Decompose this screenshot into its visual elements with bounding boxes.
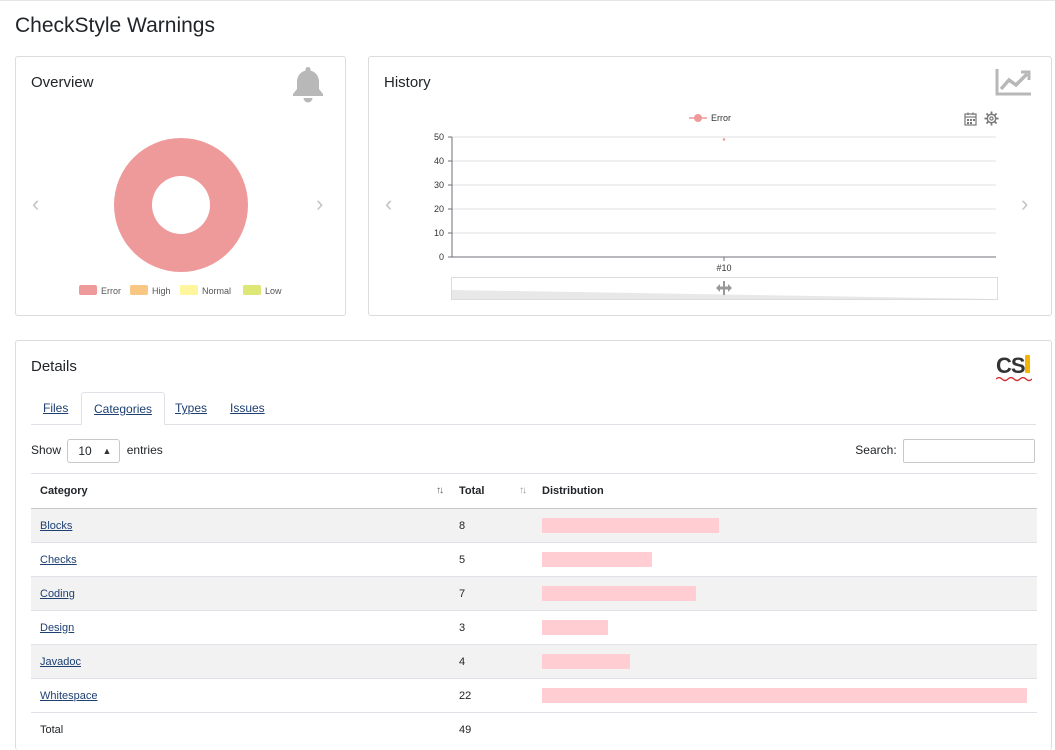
total-cell: 7 <box>450 576 533 611</box>
column-header-total[interactable]: Total ↑↓ <box>450 473 533 509</box>
category-link[interactable]: Whitespace <box>40 690 97 702</box>
category-cell: Coding <box>31 576 450 611</box>
zoom-handle-icon[interactable] <box>715 281 733 295</box>
page-title: CheckStyle Warnings <box>15 14 215 37</box>
distribution-bar <box>542 654 631 669</box>
legend-swatch <box>130 285 148 295</box>
category-link[interactable]: Checks <box>40 554 77 566</box>
bell-icon <box>293 67 323 103</box>
gear-icon[interactable] <box>984 111 999 126</box>
show-label: Show <box>31 443 62 458</box>
y-tick-label: 10 <box>434 228 444 238</box>
total-cell: 22 <box>450 678 533 713</box>
y-tick-label: 20 <box>434 204 444 214</box>
table-row: Whitespace 22 <box>31 678 1037 713</box>
history-line-chart: 0 10 20 30 40 50 #10 Error <box>434 113 996 273</box>
footer-label: Total <box>31 712 450 747</box>
tab-categories[interactable]: Categories <box>81 392 166 425</box>
total-cell: 8 <box>450 508 533 543</box>
calendar-icon[interactable] <box>964 112 977 126</box>
table-row: Javadoc 4 <box>31 644 1037 679</box>
footer-total: 49 <box>450 712 533 747</box>
category-cell: Checks <box>31 542 450 577</box>
checkstyle-logo: CS <box>996 353 1036 385</box>
column-header-category[interactable]: Category ↑↓ <box>31 473 450 509</box>
table-row: Coding 7 <box>31 576 1037 611</box>
legend-swatch <box>243 285 261 295</box>
sort-icon: ↑↓ <box>519 485 527 496</box>
category-link[interactable]: Blocks <box>40 520 72 532</box>
y-tick-label: 30 <box>434 180 444 190</box>
legend-swatch <box>180 285 198 295</box>
legend-item[interactable]: Error <box>79 285 121 296</box>
history-title: History <box>384 74 431 91</box>
table-row: Blocks 8 <box>31 508 1037 543</box>
search-control: Search: <box>855 439 1035 463</box>
updown-caret-icon: ▲ <box>102 446 112 456</box>
distribution-cell <box>533 576 1037 611</box>
distribution-cell <box>533 610 1037 645</box>
show-entries-control: Show 10 ▲ entries <box>31 439 163 463</box>
y-tick-label: 40 <box>434 156 444 166</box>
overview-card: Overview ‹ › Error High Normal Low <box>15 56 346 316</box>
series-point[interactable] <box>722 138 726 141</box>
tab-types[interactable]: Types <box>163 392 219 425</box>
details-title: Details <box>31 358 77 375</box>
table-row: Checks 5 <box>31 542 1037 577</box>
legend-marker[interactable] <box>694 114 702 122</box>
table-row: Design 3 <box>31 610 1037 645</box>
trend-chart-icon <box>995 69 1031 96</box>
distribution-bar <box>542 688 1027 703</box>
overview-next-arrow[interactable]: › <box>316 193 323 215</box>
category-cell: Design <box>31 610 450 645</box>
distribution-bar <box>542 552 653 567</box>
search-input[interactable] <box>903 439 1035 463</box>
distribution-bar <box>542 518 719 533</box>
overview-title: Overview <box>31 74 94 91</box>
x-tick-label: #10 <box>716 263 731 273</box>
legend-label[interactable]: Error <box>711 113 731 123</box>
tab-files[interactable]: Files <box>31 392 80 425</box>
total-cell: 4 <box>450 644 533 679</box>
overview-prev-arrow[interactable]: ‹ <box>32 193 39 215</box>
sort-icon: ↑↓ <box>436 485 444 496</box>
distribution-bar <box>542 620 608 635</box>
category-cell: Javadoc <box>31 644 450 679</box>
category-cell: Whitespace <box>31 678 450 713</box>
category-cell: Blocks <box>31 508 450 543</box>
legend-swatch <box>79 285 97 295</box>
total-cell: 3 <box>450 610 533 645</box>
y-tick-label: 50 <box>434 132 444 142</box>
distribution-cell <box>533 542 1037 577</box>
categories-table: Category ↑↓ Total ↑↓ Distribution Blocks… <box>31 473 1037 747</box>
history-zoom-slider[interactable] <box>451 277 998 300</box>
y-tick-label: 0 <box>439 252 444 262</box>
category-link[interactable]: Coding <box>40 588 75 600</box>
distribution-cell <box>533 644 1037 679</box>
tab-issues[interactable]: Issues <box>218 392 277 425</box>
table-footer-row: Total 49 <box>31 712 1037 747</box>
category-link[interactable]: Javadoc <box>40 656 81 668</box>
column-header-distribution: Distribution <box>533 473 1037 509</box>
details-tabs: Files Categories Types Issues <box>31 392 1036 425</box>
distribution-bar <box>542 586 697 601</box>
search-label: Search: <box>855 443 897 458</box>
distribution-cell <box>533 508 1037 543</box>
category-link[interactable]: Design <box>40 622 74 634</box>
entries-select[interactable]: 10 ▲ <box>67 439 121 463</box>
details-card: Details CS Files Categories Types Issues… <box>15 340 1052 750</box>
total-cell: 5 <box>450 542 533 577</box>
legend-item[interactable]: Normal <box>180 285 231 296</box>
history-prev-arrow[interactable]: ‹ <box>385 193 392 215</box>
distribution-cell <box>533 678 1037 713</box>
history-card: History ‹ › 0 10 20 30 40 50 #10 Error <box>368 56 1052 316</box>
donut-slice-error[interactable] <box>113 137 248 273</box>
history-next-arrow[interactable]: › <box>1021 193 1028 215</box>
entries-label: entries <box>126 443 163 458</box>
legend-item[interactable]: Low <box>243 285 282 296</box>
legend-item[interactable]: High <box>130 285 171 296</box>
overview-donut-chart <box>113 137 248 273</box>
